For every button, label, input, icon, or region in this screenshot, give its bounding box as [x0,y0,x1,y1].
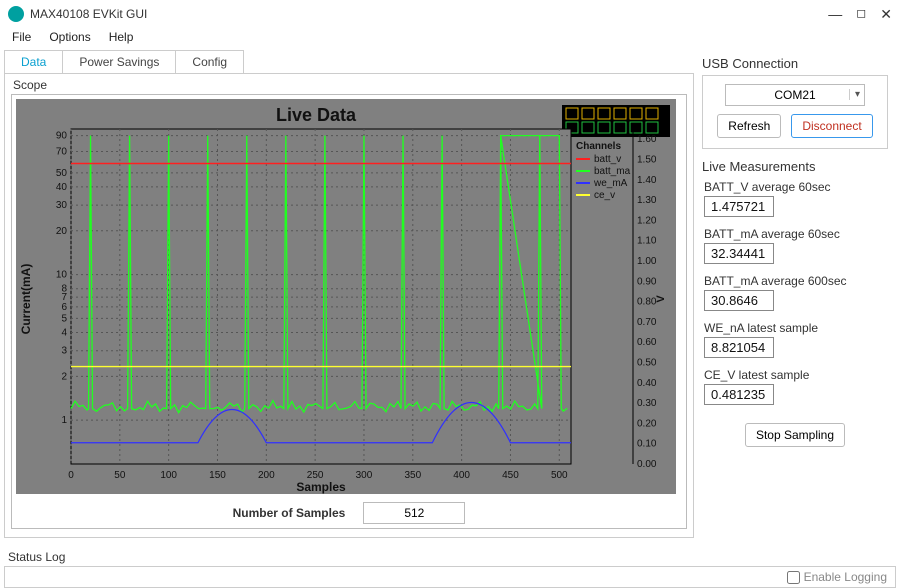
svg-text:400: 400 [453,470,470,481]
enable-logging-checkbox[interactable]: Enable Logging [787,570,887,584]
num-samples-dropdown[interactable]: 512 [363,502,465,524]
svg-text:Samples: Samples [296,480,346,494]
svg-text:500: 500 [551,470,568,481]
data-panel: Scope Live Data [4,74,694,538]
svg-text:1.20: 1.20 [637,215,657,226]
svg-text:10: 10 [56,270,68,281]
svg-text:5: 5 [61,313,67,324]
we-na-latest-label: WE_nA latest sample [704,321,888,335]
menu-help[interactable]: Help [109,30,134,44]
svg-text:1.40: 1.40 [637,175,657,186]
close-button[interactable]: ✕ [880,6,892,23]
svg-text:0.30: 0.30 [637,398,657,409]
svg-text:0.40: 0.40 [637,378,657,389]
svg-text:450: 450 [502,470,519,481]
num-samples-value: 512 [404,506,424,520]
status-log-box: Enable Logging [4,566,896,588]
svg-text:ce_v: ce_v [594,190,615,201]
svg-text:2: 2 [61,371,67,382]
batt-ma-avg600-label: BATT_mA average 600sec [704,274,888,288]
svg-text:1.30: 1.30 [637,195,657,206]
usb-connection-label: USB Connection [702,56,888,71]
menu-file[interactable]: File [12,30,31,44]
tab-power-savings[interactable]: Power Savings [62,50,176,73]
status-log-label: Status Log [8,550,896,564]
chart-toolbar [562,105,670,137]
svg-text:batt_v: batt_v [594,154,621,165]
svg-text:100: 100 [160,470,177,481]
batt-v-avg60-value: 1.475721 [704,196,774,217]
menu-options[interactable]: Options [49,30,90,44]
svg-text:8: 8 [61,284,67,295]
svg-text:0.70: 0.70 [637,317,657,328]
svg-text:1.10: 1.10 [637,236,657,247]
enable-logging-label: Enable Logging [804,570,887,584]
svg-text:1.60: 1.60 [637,134,657,145]
svg-text:350: 350 [404,470,421,481]
tab-config[interactable]: Config [175,50,244,73]
svg-text:0.90: 0.90 [637,276,657,287]
svg-text:300: 300 [356,470,373,481]
svg-text:30: 30 [56,200,68,211]
titlebar: MAX40108 EVKit GUI — ◻ ✕ [0,0,900,28]
svg-text:Live Data: Live Data [276,105,357,125]
chevron-down-icon: ▾ [849,89,860,100]
svg-text:20: 20 [56,226,68,237]
svg-text:6: 6 [61,302,67,313]
svg-text:1: 1 [61,415,67,426]
batt-ma-avg60-label: BATT_mA average 60sec [704,227,888,241]
svg-text:90: 90 [56,131,68,142]
svg-text:batt_ma: batt_ma [594,166,631,177]
usb-connection-group: COM21 ▾ Refresh Disconnect [702,75,888,149]
svg-text:0.50: 0.50 [637,357,657,368]
num-samples-label: Number of Samples [233,506,346,520]
svg-text:V: V [655,295,667,303]
svg-text:40: 40 [56,182,68,193]
svg-text:200: 200 [258,470,275,481]
tab-data[interactable]: Data [4,50,63,73]
svg-text:Channels: Channels [576,141,621,152]
live-data-chart[interactable]: Live Data [16,99,676,494]
com-port-value: COM21 [774,88,815,102]
maximize-button[interactable]: ◻ [856,6,866,23]
stop-sampling-button[interactable]: Stop Sampling [745,423,845,447]
svg-text:we_mA: we_mA [593,178,628,189]
window-title: MAX40108 EVKit GUI [30,7,147,21]
svg-text:3: 3 [61,346,67,357]
svg-text:0.00: 0.00 [637,459,657,470]
refresh-button[interactable]: Refresh [717,114,781,138]
svg-text:150: 150 [209,470,226,481]
svg-text:4: 4 [61,328,67,339]
svg-text:0.60: 0.60 [637,337,657,348]
batt-ma-avg600-value: 30.8646 [704,290,774,311]
tab-strip: Data Power Savings Config [4,50,694,74]
svg-text:1.50: 1.50 [637,154,657,165]
enable-logging-input[interactable] [787,571,800,584]
svg-text:1.00: 1.00 [637,256,657,267]
scope-container: Live Data [11,94,687,529]
app-icon [8,6,24,22]
svg-text:70: 70 [56,147,68,158]
scope-label: Scope [13,78,687,92]
ce-v-latest-label: CE_V latest sample [704,368,888,382]
com-port-dropdown[interactable]: COM21 ▾ [725,84,865,106]
svg-text:0: 0 [68,470,74,481]
svg-text:Current(mA): Current(mA) [19,264,33,335]
ce-v-latest-value: 0.481235 [704,384,774,405]
svg-text:50: 50 [114,470,126,481]
svg-text:0.10: 0.10 [637,439,657,450]
minimize-button[interactable]: — [828,6,842,23]
disconnect-button[interactable]: Disconnect [791,114,872,138]
live-measurements-label: Live Measurements [702,159,888,174]
we-na-latest-value: 8.821054 [704,337,774,358]
menubar: File Options Help [0,28,900,50]
svg-text:50: 50 [56,168,68,179]
svg-text:0.20: 0.20 [637,418,657,429]
svg-text:0.80: 0.80 [637,297,657,308]
batt-ma-avg60-value: 32.34441 [704,243,774,264]
batt-v-avg60-label: BATT_V average 60sec [704,180,888,194]
